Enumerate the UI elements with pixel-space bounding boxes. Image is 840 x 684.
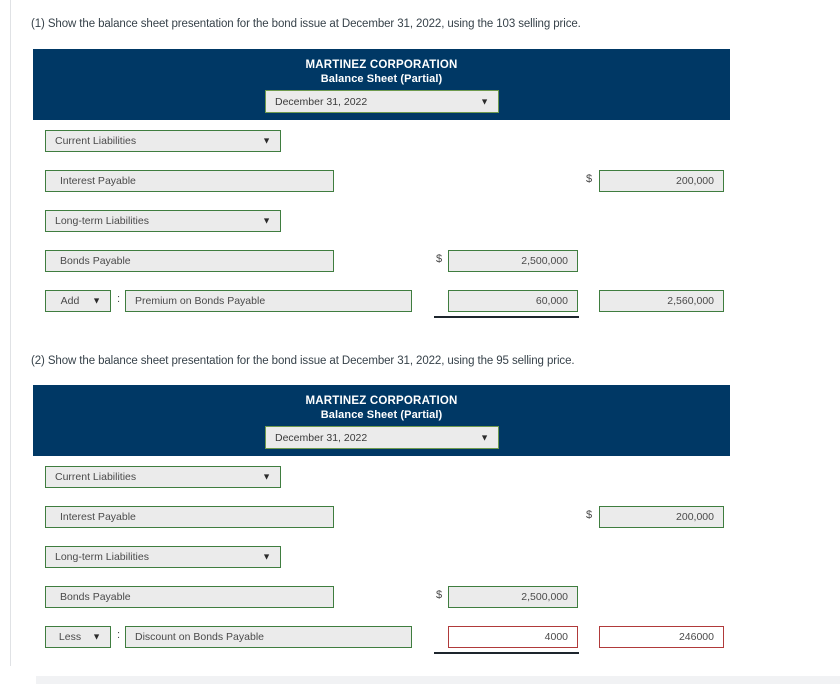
- chevron-down-icon: ▼: [480, 96, 489, 106]
- current-liabilities-label-1: Current Liabilities: [55, 135, 137, 147]
- interest-payable-label-1: Interest Payable: [60, 175, 136, 187]
- adjustment-operator-label-1: Add: [60, 295, 80, 307]
- balance-sheet-1: MARTINEZ CORPORATION Balance Sheet (Part…: [33, 49, 730, 318]
- interest-payable-amount-value-2: 200,000: [676, 511, 714, 523]
- question-prompt-1: (1) Show the balance sheet presentation …: [31, 18, 581, 30]
- adjustment-amount-value-1: 60,000: [535, 295, 568, 307]
- interest-payable-label-2: Interest Payable: [60, 511, 136, 523]
- current-liabilities-select-2[interactable]: Current Liabilities ▼: [45, 466, 281, 488]
- adjustment-total-value-2: 246000: [678, 631, 714, 643]
- adjustment-total-1[interactable]: 2,560,000: [599, 290, 724, 312]
- company-name-1: MARTINEZ CORPORATION: [305, 59, 458, 71]
- interest-payable-input-2[interactable]: Interest Payable: [45, 506, 334, 528]
- sheet-header-1: MARTINEZ CORPORATION Balance Sheet (Part…: [33, 49, 730, 120]
- date-select-2[interactable]: December 31, 2022 ▼: [265, 426, 499, 449]
- interest-payable-input-1[interactable]: Interest Payable: [45, 170, 334, 192]
- adjustment-label-value-2: Discount on Bonds Payable: [135, 631, 264, 643]
- balance-sheet-2: MARTINEZ CORPORATION Balance Sheet (Part…: [33, 385, 730, 654]
- date-select-1[interactable]: December 31, 2022 ▼: [265, 90, 499, 113]
- question-prompt-2: (2) Show the balance sheet presentation …: [31, 355, 575, 367]
- chevron-down-icon: ▼: [262, 215, 271, 226]
- bottom-band: [36, 676, 840, 684]
- bonds-payable-amount-1[interactable]: 2,500,000: [448, 250, 578, 272]
- adjustment-operator-select-1[interactable]: Add ▼: [45, 290, 111, 312]
- adjustment-label-value-1: Premium on Bonds Payable: [135, 295, 266, 307]
- statement-name-1: Balance Sheet (Partial): [320, 73, 443, 85]
- subtotal-rule-2: [434, 652, 579, 654]
- adjustment-separator-1: :: [117, 293, 121, 305]
- bonds-payable-label-2: Bonds Payable: [60, 591, 131, 603]
- chevron-down-icon: ▼: [262, 551, 271, 562]
- bonds-payable-label-1: Bonds Payable: [60, 255, 131, 267]
- adjustment-separator-2: :: [117, 629, 121, 641]
- current-liabilities-label-2: Current Liabilities: [55, 471, 137, 483]
- currency-symbol-interest-2: $: [586, 509, 593, 521]
- adjustment-amount-value-2: 4000: [544, 631, 568, 643]
- currency-symbol-interest-1: $: [586, 173, 593, 185]
- chevron-down-icon: ▼: [480, 432, 489, 442]
- chevron-down-icon: ▼: [262, 135, 271, 146]
- date-select-value-2: December 31, 2022: [275, 431, 368, 444]
- bonds-payable-amount-2[interactable]: 2,500,000: [448, 586, 578, 608]
- adjustment-amount-1[interactable]: 60,000: [448, 290, 578, 312]
- bonds-payable-input-1[interactable]: Bonds Payable: [45, 250, 334, 272]
- adjustment-label-input-2[interactable]: Discount on Bonds Payable: [125, 626, 412, 648]
- longterm-liabilities-label-2: Long-term Liabilities: [55, 551, 149, 563]
- interest-payable-amount-1[interactable]: 200,000: [599, 170, 724, 192]
- currency-symbol-bonds-1: $: [436, 253, 443, 265]
- chevron-down-icon: ▼: [92, 631, 101, 642]
- bonds-payable-amount-value-2: 2,500,000: [521, 591, 568, 603]
- adjustment-amount-2[interactable]: 4000: [448, 626, 578, 648]
- chevron-down-icon: ▼: [262, 471, 271, 482]
- current-liabilities-select-1[interactable]: Current Liabilities ▼: [45, 130, 281, 152]
- longterm-liabilities-label-1: Long-term Liabilities: [55, 215, 149, 227]
- statement-name-2: Balance Sheet (Partial): [320, 409, 443, 421]
- adjustment-total-value-1: 2,560,000: [667, 295, 714, 307]
- longterm-liabilities-select-2[interactable]: Long-term Liabilities ▼: [45, 546, 281, 568]
- date-select-value-1: December 31, 2022: [275, 95, 368, 108]
- adjustment-total-2[interactable]: 246000: [599, 626, 724, 648]
- subtotal-rule-1: [434, 316, 579, 318]
- left-margin-rule: [10, 0, 11, 666]
- company-name-2: MARTINEZ CORPORATION: [305, 395, 458, 407]
- chevron-down-icon: ▼: [92, 295, 101, 306]
- adjustment-label-input-1[interactable]: Premium on Bonds Payable: [125, 290, 412, 312]
- adjustment-operator-select-2[interactable]: Less ▼: [45, 626, 111, 648]
- interest-payable-amount-value-1: 200,000: [676, 175, 714, 187]
- interest-payable-amount-2[interactable]: 200,000: [599, 506, 724, 528]
- sheet-header-2: MARTINEZ CORPORATION Balance Sheet (Part…: [33, 385, 730, 456]
- longterm-liabilities-select-1[interactable]: Long-term Liabilities ▼: [45, 210, 281, 232]
- currency-symbol-bonds-2: $: [436, 589, 443, 601]
- bonds-payable-amount-value-1: 2,500,000: [521, 255, 568, 267]
- bonds-payable-input-2[interactable]: Bonds Payable: [45, 586, 334, 608]
